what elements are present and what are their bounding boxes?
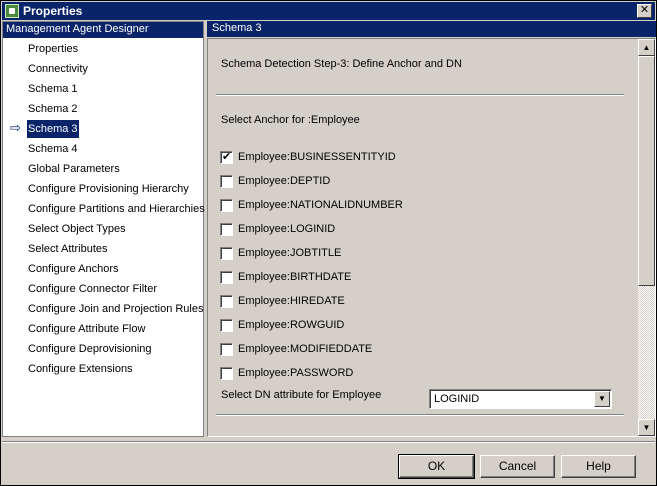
divider-top <box>216 94 624 96</box>
step-description: Schema Detection Step-3: Define Anchor a… <box>221 58 462 70</box>
anchor-checkbox[interactable] <box>220 342 233 356</box>
nav-item-label: Configure Anchors <box>28 263 119 275</box>
anchor-checkbox[interactable] <box>220 246 233 260</box>
anchor-checkbox[interactable] <box>220 198 233 212</box>
divider-bottom <box>216 414 624 416</box>
nav-item-label: Configure Connector Filter <box>28 283 158 295</box>
nav-item-label: Configure Provisioning Hierarchy <box>28 183 189 195</box>
nav-item[interactable]: Select Object Types <box>3 220 203 240</box>
anchor-checkbox[interactable] <box>220 366 233 380</box>
nav-item[interactable]: Properties <box>3 40 203 60</box>
nav-item-label: Select Attributes <box>28 243 108 255</box>
help-button[interactable]: Help <box>561 455 636 478</box>
anchor-checkbox[interactable] <box>220 294 233 308</box>
nav-item-label: Properties <box>28 43 79 55</box>
anchor-attribute-option[interactable]: Employee:ROWGUID <box>220 318 344 334</box>
anchor-checkbox[interactable] <box>220 222 233 236</box>
properties-window: Properties ✕ Management Agent Designer P… <box>0 0 657 486</box>
nav-item-label: Global Parameters <box>28 163 120 175</box>
nav-item-label: Schema 4 <box>28 143 78 155</box>
anchor-attribute-label: Employee:NATIONALIDNUMBER <box>238 199 403 212</box>
nav-item-label: Configure Extensions <box>28 363 133 375</box>
anchor-checkbox[interactable] <box>220 318 233 332</box>
nav-item[interactable]: Configure Attribute Flow <box>3 320 203 340</box>
anchor-attribute-option[interactable]: Employee:LOGINID <box>220 222 335 238</box>
nav-list: Properties Connectivity Schema 1 Schema 2 ⇨ S… <box>3 40 205 380</box>
anchor-attribute-option[interactable]: Employee:BIRTHDATE <box>220 270 351 286</box>
nav-item-label: Schema 3 <box>27 120 79 138</box>
nav-item-label: Configure Partitions and Hierarchies <box>28 203 205 215</box>
current-page-arrow-icon: ⇨ <box>10 120 21 135</box>
title-bar[interactable]: Properties ✕ <box>2 2 655 20</box>
schema-panel: Schema 3 Schema Detection Step-3: Define… <box>207 21 656 437</box>
nav-item[interactable]: Schema 1 <box>3 80 203 100</box>
dropdown-arrow-icon[interactable]: ▼ <box>594 391 610 407</box>
dn-attribute-select[interactable]: LOGINID ▼ <box>429 389 612 409</box>
vertical-scrollbar[interactable]: ▲ ▼ <box>638 39 655 436</box>
anchor-attribute-label: Employee:BUSINESSENTITYID <box>238 151 396 164</box>
nav-item[interactable]: Connectivity <box>3 60 203 80</box>
anchor-attribute-label: Employee:BIRTHDATE <box>238 271 352 284</box>
anchor-attribute-label: Employee:HIREDATE <box>238 295 345 308</box>
nav-item[interactable]: ⇨ Schema 3 <box>3 120 203 140</box>
nav-item[interactable]: Schema 4 <box>3 140 203 160</box>
nav-item-label: Configure Attribute Flow <box>28 323 146 335</box>
nav-item[interactable]: Configure Deprovisioning <box>3 340 203 360</box>
nav-item[interactable]: Select Attributes <box>3 240 203 260</box>
ok-button[interactable]: OK <box>398 454 475 479</box>
app-icon <box>5 4 19 18</box>
anchor-attribute-label: Employee:ROWGUID <box>238 319 345 332</box>
cancel-button[interactable]: Cancel <box>480 455 555 478</box>
nav-item-label: Configure Deprovisioning <box>28 343 152 355</box>
nav-item[interactable]: Configure Connector Filter <box>3 280 203 300</box>
nav-item-label: Configure Join and Projection Rules <box>28 303 204 315</box>
dn-attribute-value: LOGINID <box>434 393 480 405</box>
scroll-up-icon[interactable]: ▲ <box>638 39 655 56</box>
bottom-divider <box>2 441 655 443</box>
nav-item-label: Connectivity <box>28 63 88 75</box>
nav-item[interactable]: Configure Partitions and Hierarchies <box>3 200 205 220</box>
close-button[interactable]: ✕ <box>637 4 652 18</box>
anchor-attribute-option[interactable]: Employee:PASSWORD <box>220 366 353 382</box>
nav-item[interactable]: Configure Anchors <box>3 260 203 280</box>
anchor-attribute-option[interactable]: Employee:MODIFIEDDATE <box>220 342 372 358</box>
nav-item[interactable]: Global Parameters <box>3 160 203 180</box>
nav-item[interactable]: Configure Join and Projection Rules <box>3 300 204 320</box>
scroll-thumb[interactable] <box>638 56 655 286</box>
anchor-attribute-label: Employee:LOGINID <box>238 223 336 236</box>
anchor-label: Select Anchor for :Employee <box>221 114 360 126</box>
anchor-checkbox[interactable] <box>220 174 233 188</box>
panel-body: Schema Detection Step-3: Define Anchor a… <box>207 38 656 437</box>
nav-item-label: Schema 1 <box>28 83 78 95</box>
nav-item-label: Schema 2 <box>28 103 78 115</box>
anchor-attribute-option[interactable]: Employee:DEPTID <box>220 174 330 190</box>
nav-header: Management Agent Designer <box>3 22 203 38</box>
anchor-checkbox[interactable] <box>220 150 233 164</box>
anchor-attribute-label: Employee:JOBTITLE <box>238 247 342 260</box>
scroll-down-icon[interactable]: ▼ <box>638 419 655 436</box>
nav-item[interactable]: Configure Provisioning Hierarchy <box>3 180 203 200</box>
panel-header: Schema 3 <box>207 21 656 37</box>
anchor-attribute-option[interactable]: Employee:HIREDATE <box>220 294 345 310</box>
anchor-attribute-option[interactable]: Employee:NATIONALIDNUMBER <box>220 198 403 214</box>
designer-nav-panel: Management Agent Designer Properties Conn… <box>2 21 205 437</box>
nav-item[interactable]: Schema 2 <box>3 100 203 120</box>
anchor-attribute-label: Employee:DEPTID <box>238 175 331 188</box>
anchor-attribute-option[interactable]: Employee:BUSINESSENTITYID <box>220 150 396 166</box>
window-title: Properties <box>23 4 83 18</box>
anchor-attribute-option[interactable]: Employee:JOBTITLE <box>220 246 341 262</box>
anchor-attribute-label: Employee:PASSWORD <box>238 367 354 380</box>
nav-item-label: Select Object Types <box>28 223 126 235</box>
nav-item[interactable]: Configure Extensions <box>3 360 203 380</box>
dn-label: Select DN attribute for Employee <box>221 389 382 401</box>
anchor-checkbox[interactable] <box>220 270 233 284</box>
anchor-attribute-label: Employee:MODIFIEDDATE <box>238 343 373 356</box>
